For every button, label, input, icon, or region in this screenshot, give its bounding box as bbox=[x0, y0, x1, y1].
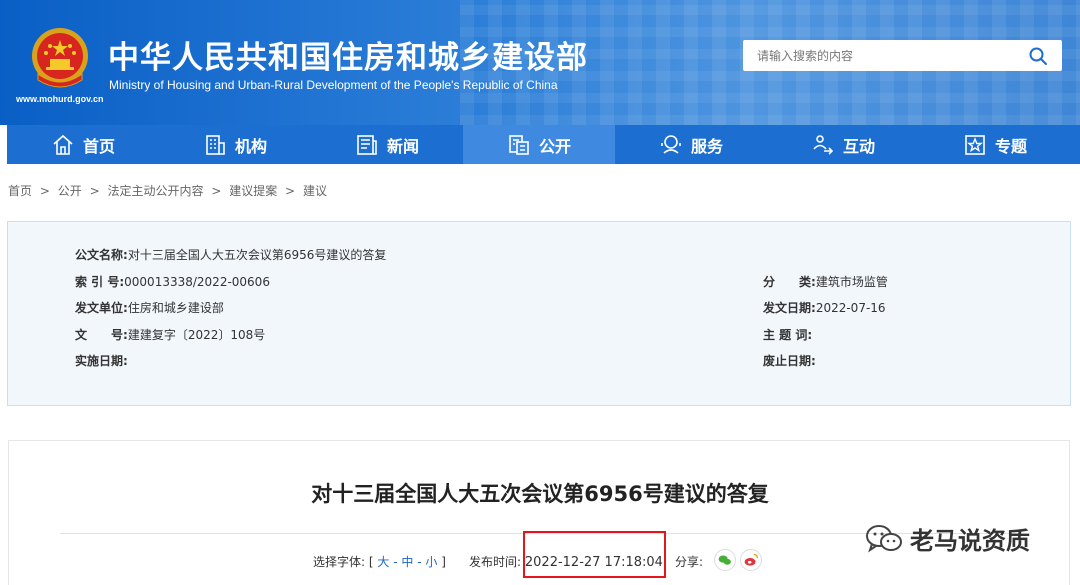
breadcrumb: 首页 > 公开 > 法定主动公开内容 > 建议提案 > 建议 bbox=[8, 184, 327, 198]
publish-label: 发布时间: bbox=[469, 555, 522, 569]
index-value: 000013338/2022-00606 bbox=[124, 275, 270, 289]
nav-item-disclosure[interactable]: 公开 bbox=[463, 125, 615, 164]
font-medium-link[interactable]: 中 bbox=[401, 555, 413, 569]
doc-no-value: 建建复字〔2022〕108号 bbox=[127, 328, 266, 342]
doc-no-label: 文 号: bbox=[75, 328, 128, 342]
breadcrumb-proposals[interactable]: 建议提案 bbox=[229, 184, 277, 198]
building-icon bbox=[206, 134, 225, 155]
national-emblem-icon bbox=[32, 28, 88, 88]
site-subtitle: Ministry of Housing and Urban-Rural Deve… bbox=[109, 78, 558, 92]
search-box bbox=[743, 40, 1062, 71]
service-icon bbox=[661, 134, 681, 154]
nav-label: 机构 bbox=[234, 136, 267, 156]
category-row: 分 类:建筑市场监管 bbox=[763, 273, 888, 290]
effective-row: 实施日期: bbox=[75, 352, 128, 369]
search-icon[interactable] bbox=[1028, 46, 1048, 66]
subject-label: 主 题 词: bbox=[763, 328, 813, 342]
main-nav: 首页 机构 新闻 公开 服务 互动 专题 bbox=[7, 125, 1080, 164]
nav-item-special-topic[interactable]: 专题 bbox=[919, 125, 1071, 164]
index-label: 索 引 号: bbox=[75, 275, 125, 289]
breadcrumb-suggestions[interactable]: 建议 bbox=[303, 184, 327, 198]
expiry-row: 废止日期: bbox=[763, 352, 816, 369]
nav-item-news[interactable]: 新闻 bbox=[311, 125, 463, 164]
weibo-share-icon[interactable] bbox=[740, 549, 762, 571]
doc-name-value: 对十三届全国人大五次会议第6956号建议的答复 bbox=[127, 248, 387, 262]
news-icon bbox=[357, 134, 377, 155]
issue-date-label: 发文日期: bbox=[763, 301, 816, 315]
font-select-label: 选择字体: bbox=[313, 555, 366, 569]
nav-label: 首页 bbox=[82, 136, 115, 156]
expiry-label: 废止日期: bbox=[763, 354, 816, 368]
nav-label: 互动 bbox=[842, 136, 875, 156]
wechat-share-icon[interactable] bbox=[714, 549, 736, 571]
effective-label: 实施日期: bbox=[75, 354, 128, 368]
doc-name-row: 公文名称:对十三届全国人大五次会议第6956号建议的答复 bbox=[75, 246, 386, 263]
site-url: www.mohurd.gov.cn bbox=[16, 94, 104, 104]
breadcrumb-statutory[interactable]: 法定主动公开内容 bbox=[107, 184, 203, 198]
breadcrumb-home[interactable]: 首页 bbox=[8, 184, 32, 198]
wechat-watermark: 老马说资质 bbox=[864, 521, 1030, 556]
font-large-link[interactable]: 大 bbox=[377, 555, 389, 569]
site-title: 中华人民共和国住房和城乡建设部 bbox=[108, 40, 588, 76]
nav-label: 服务 bbox=[690, 136, 723, 156]
issuer-value: 住房和城乡建设部 bbox=[127, 301, 224, 315]
font-small-link[interactable]: 小 bbox=[425, 555, 437, 569]
share-label: 分享: bbox=[675, 555, 704, 569]
doc-no-row: 文 号:建建复字〔2022〕108号 bbox=[75, 326, 265, 343]
interaction-icon bbox=[813, 134, 834, 155]
site-header: www.mohurd.gov.cn 中华人民共和国住房和城乡建设部 Minist… bbox=[0, 0, 1080, 125]
issuer-row: 发文单位:住房和城乡建设部 bbox=[75, 299, 224, 316]
wechat-logo-icon bbox=[866, 524, 902, 552]
issuer-label: 发文单位: bbox=[75, 301, 128, 315]
special-topic-icon bbox=[965, 134, 985, 155]
search-input[interactable] bbox=[743, 40, 1003, 71]
nav-label: 公开 bbox=[538, 136, 571, 156]
nav-item-home[interactable]: 首页 bbox=[7, 125, 159, 164]
nav-label: 专题 bbox=[994, 136, 1027, 156]
article-title: 对十三届全国人大五次会议第6956号建议的答复 bbox=[311, 482, 769, 506]
doc-name-label: 公文名称: bbox=[75, 248, 128, 262]
issue-date-row: 发文日期:2022-07-16 bbox=[763, 299, 886, 316]
subject-row: 主 题 词: bbox=[763, 326, 812, 343]
disclosure-icon bbox=[509, 134, 529, 155]
nav-label: 新闻 bbox=[386, 136, 419, 156]
home-icon bbox=[53, 134, 73, 155]
watermark-text: 老马说资质 bbox=[910, 527, 1030, 555]
breadcrumb-disclosure[interactable]: 公开 bbox=[58, 184, 82, 198]
index-row: 索 引 号:000013338/2022-00606 bbox=[75, 273, 270, 290]
font-size-selector: 选择字体: [ 大 - 中 - 小 ] bbox=[313, 555, 446, 569]
category-value: 建筑市场监管 bbox=[815, 275, 888, 289]
nav-item-interaction[interactable]: 互动 bbox=[767, 125, 919, 164]
issue-date-value: 2022-07-16 bbox=[815, 301, 886, 315]
category-label: 分 类: bbox=[763, 275, 816, 289]
nav-item-organization[interactable]: 机构 bbox=[159, 125, 311, 164]
publish-time-highlight-box bbox=[523, 531, 666, 578]
nav-item-service[interactable]: 服务 bbox=[615, 125, 767, 164]
